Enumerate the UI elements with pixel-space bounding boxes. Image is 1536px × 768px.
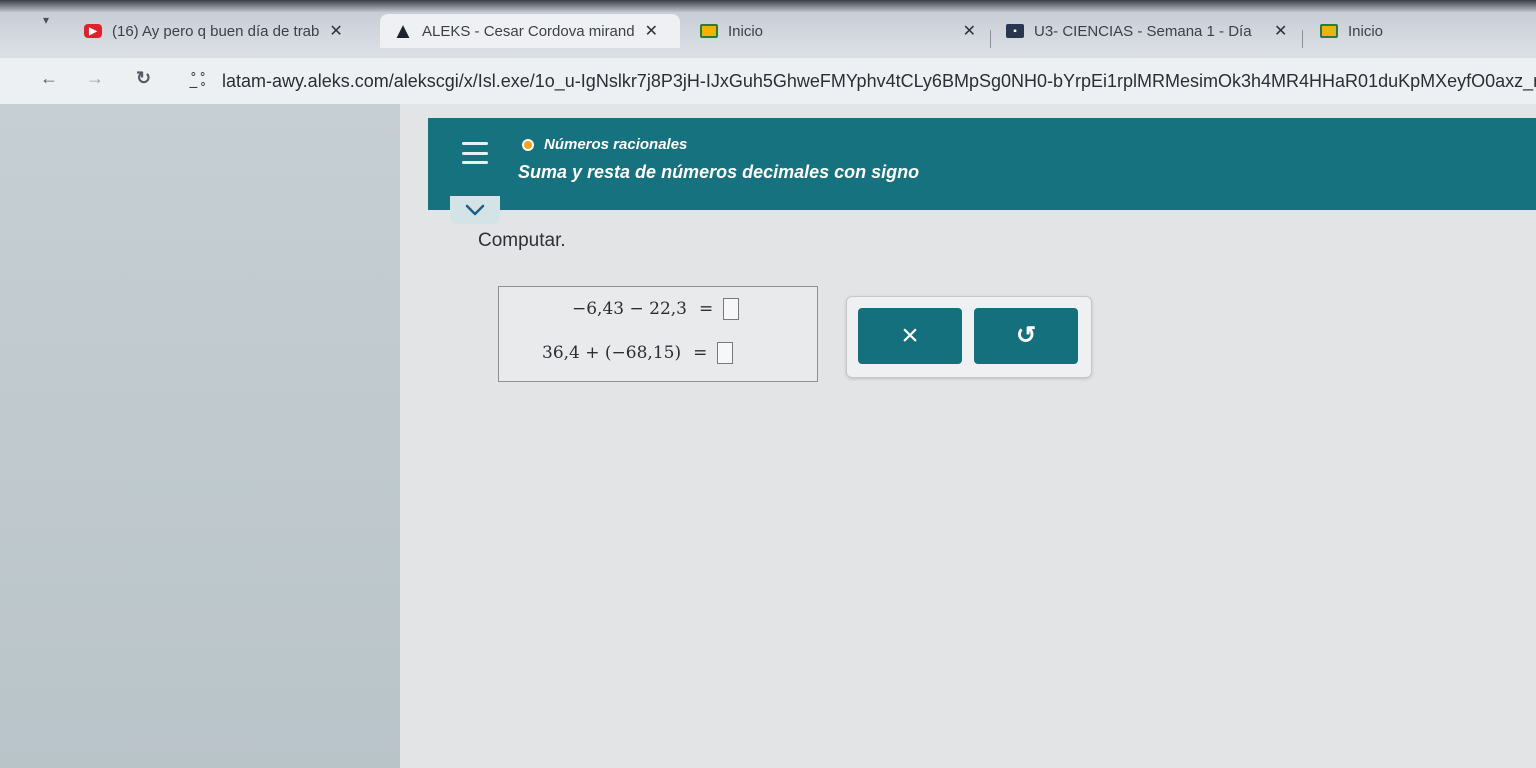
clear-button[interactable]: × [858, 308, 962, 364]
topic-title: Números racionales [544, 136, 688, 153]
answer-input-1[interactable] [723, 298, 740, 320]
back-arrow-icon[interactable]: ← [40, 68, 58, 89]
tab-title: (16) Ay pero q buen día de trab [112, 22, 320, 40]
tab-title: U3- CIENCIAS - Semana 1 - Día [1034, 22, 1252, 40]
tab-search-chevron-icon[interactable]: ▾ [36, 12, 56, 28]
forward-arrow-icon[interactable]: → [86, 68, 104, 89]
classroom-icon: ▪ [1006, 24, 1024, 38]
site-info-icon[interactable]: ⚬⚬ ⚊⚬ [188, 70, 208, 91]
close-icon[interactable]: ✕ [329, 21, 342, 41]
expand-header-button[interactable] [450, 196, 500, 224]
equation-expression: −6,43 − 22,3 [572, 299, 687, 319]
lesson-title: Suma y resta de números decimales con si… [518, 162, 920, 182]
undo-button[interactable]: ↺ [974, 308, 1078, 364]
equation-expression: 36,4 + (−68,15) [542, 343, 682, 363]
equation-row-2: 36,4 + (−68,15) = [542, 342, 734, 364]
answer-input-2[interactable] [717, 342, 734, 364]
menu-icon[interactable] [456, 138, 494, 168]
left-panel [0, 104, 400, 768]
tab-aleks[interactable]: ▲ ALEKS - Cesar Cordova mirand ✕ [380, 14, 680, 48]
close-icon[interactable]: ✕ [1274, 21, 1287, 41]
url-field[interactable]: latam-awy.aleks.com/alekscgi/x/Isl.exe/1… [222, 71, 1536, 92]
clear-icon: × [901, 319, 919, 352]
classroom-icon [1320, 24, 1338, 38]
chevron-down-icon [465, 204, 485, 216]
tab-bar: ▾ ▶ (16) Ay pero q buen día de trab ✕ ▲ … [0, 0, 1536, 58]
youtube-icon: ▶ [84, 24, 102, 38]
close-icon[interactable]: ✕ [645, 21, 658, 41]
tab-separator [990, 30, 991, 48]
equals-sign: = [699, 299, 714, 319]
tab-title: Inicio [1348, 22, 1384, 40]
tab-inicio-2[interactable]: Inicio [1320, 14, 1520, 48]
tab-inicio-1[interactable]: Inicio ✕ [700, 14, 976, 48]
topic-row: Números racionales [522, 136, 687, 153]
reload-icon[interactable]: ↻ [136, 68, 151, 89]
address-bar: ← → ↻ ⚬⚬ ⚊⚬ latam-awy.aleks.com/alekscgi/… [0, 58, 1536, 104]
aleks-icon: ▲ [392, 18, 414, 43]
equation-row-1: −6,43 − 22,3 = [572, 298, 740, 320]
tab-title: ALEKS - Cesar Cordova mirand [422, 22, 635, 40]
tab-youtube[interactable]: ▶ (16) Ay pero q buen día de trab ✕ [84, 14, 374, 48]
tab-separator [1302, 30, 1303, 48]
tab-ciencias[interactable]: ▪ U3- CIENCIAS - Semana 1 - Día ✕ [1006, 14, 1294, 48]
instruction-text: Computar. [478, 230, 566, 251]
close-icon[interactable]: ✕ [963, 21, 976, 41]
equals-sign: = [693, 343, 708, 363]
topic-status-icon [522, 138, 534, 151]
tab-title: Inicio [728, 22, 764, 40]
undo-icon: ↺ [1015, 322, 1037, 349]
classroom-icon [700, 24, 718, 38]
